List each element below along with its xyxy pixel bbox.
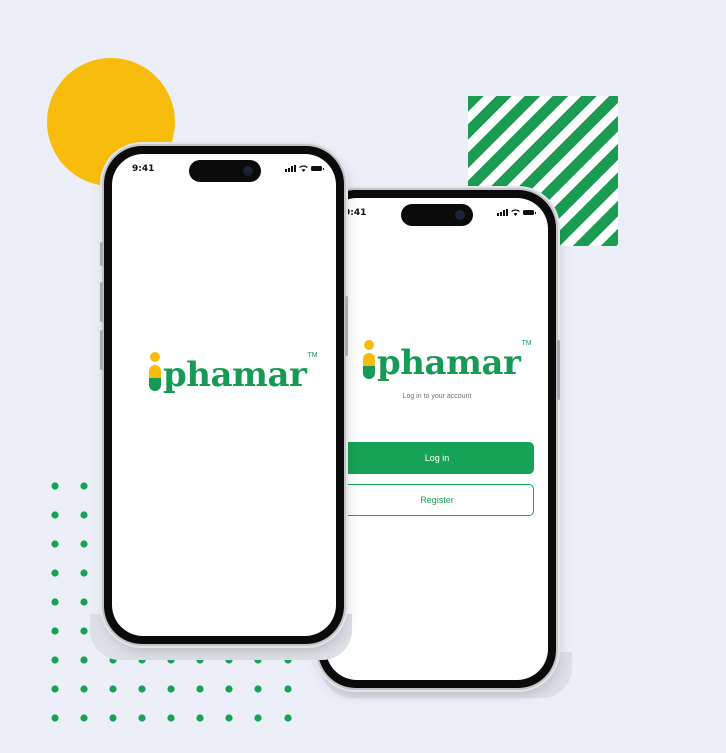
camera-icon — [243, 166, 253, 176]
dynamic-island — [401, 204, 473, 226]
login-subtitle: Log in to your account — [402, 393, 472, 400]
register-button[interactable]: Register — [340, 484, 534, 516]
splash-phone: 9:41 phamar TM — [100, 146, 348, 644]
status-time: 9:41 — [344, 208, 367, 218]
camera-icon — [455, 210, 465, 220]
dynamic-island — [189, 160, 261, 182]
trademark-mark: TM — [307, 352, 318, 359]
brand-wordmark: phamar — [377, 343, 521, 383]
login-phone: 9:41 phamar TM Log in to your account Lo… — [314, 190, 560, 688]
wifi-icon — [299, 165, 308, 172]
pill-logo-icon — [362, 340, 376, 380]
status-icons — [497, 209, 536, 216]
wifi-icon — [511, 209, 520, 216]
brand-wordmark: phamar — [163, 355, 307, 395]
login-button[interactable]: Log in — [340, 442, 534, 474]
brand-logo: phamar TM — [362, 340, 532, 380]
login-screen: 9:41 phamar TM Log in to your account Lo… — [326, 198, 548, 680]
trademark-mark: TM — [521, 340, 532, 347]
battery-icon — [523, 210, 536, 215]
splash-screen: 9:41 phamar TM — [112, 154, 336, 636]
status-time: 9:41 — [132, 164, 155, 174]
signal-icon — [497, 209, 508, 216]
battery-icon — [311, 166, 324, 171]
brand-logo: phamar TM — [148, 352, 318, 392]
pill-logo-icon — [148, 352, 162, 392]
status-icons — [285, 165, 324, 172]
signal-icon — [285, 165, 296, 172]
